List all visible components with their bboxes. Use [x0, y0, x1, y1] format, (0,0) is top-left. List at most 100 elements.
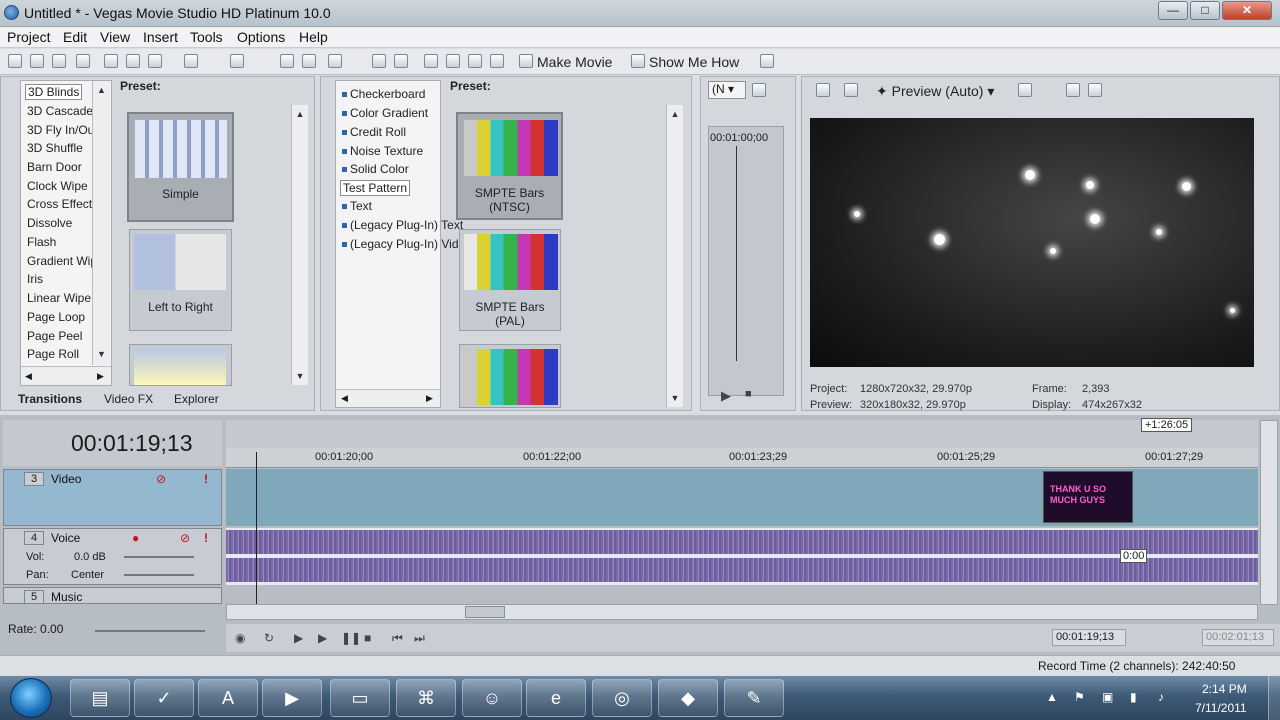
list-item[interactable]: Dissolve	[27, 216, 72, 230]
show-me-how-button[interactable]: Show Me How	[649, 54, 739, 70]
preset-thumbnail[interactable]: SMPTE Bars (PAL)	[459, 229, 561, 331]
make-movie-button[interactable]: Make Movie	[537, 54, 612, 70]
preset-scrollbar[interactable]: ▲ ▼	[291, 105, 308, 385]
clock-time[interactable]: 2:14 PM	[1202, 682, 1247, 696]
taskbar-folder-icon[interactable]: ▭	[330, 679, 390, 717]
taskbar-messenger-icon[interactable]: ☺	[462, 679, 522, 717]
tray-network-icon[interactable]: ▮	[1130, 690, 1137, 704]
save-snapshot-icon[interactable]	[1088, 83, 1102, 97]
envelope-tool-icon[interactable]	[446, 54, 460, 68]
list-item[interactable]: Cross Effect	[27, 197, 92, 211]
preset-thumbnail[interactable]: Left to Right	[129, 229, 232, 331]
taskbar-remote-desktop-icon[interactable]: ⌘	[396, 679, 456, 717]
lock-envelopes-icon[interactable]	[372, 54, 386, 68]
selection-end-field[interactable]: 00:02:01;13	[1202, 629, 1274, 646]
list-item[interactable]: (Legacy Plug-In) Video	[342, 237, 472, 251]
taskbar-vegas-icon[interactable]: ◎	[592, 679, 652, 717]
pan-slider[interactable]	[124, 574, 194, 576]
clock-date[interactable]: 7/11/2011	[1195, 701, 1247, 715]
list-item[interactable]: Color Gradient	[342, 106, 428, 120]
make-movie-icon[interactable]	[519, 54, 533, 68]
preview-quality-dropdown[interactable]: ✦ Preview (Auto) ▾	[876, 83, 994, 100]
tab-explorer[interactable]: Explorer	[174, 392, 219, 406]
track-header-voice[interactable]: 4 Voice ● ⊘ ! Vol: 0.0 dB Pan: Center	[3, 528, 222, 585]
list-item[interactable]: Page Peel	[27, 329, 82, 343]
mute-icon[interactable]: ⊘	[180, 531, 190, 545]
list-item[interactable]: Page Loop	[27, 310, 85, 324]
preset-thumbnail[interactable]	[459, 344, 561, 408]
list-item[interactable]: (Legacy Plug-In) Text	[342, 218, 463, 232]
taskbar-gimp-icon[interactable]: ✎	[724, 679, 784, 717]
tray-flag-icon[interactable]: ⚑	[1074, 690, 1085, 704]
zoom-tool-icon[interactable]	[490, 54, 504, 68]
preset-thumbnail[interactable]: SMPTE Bars (NTSC)	[456, 112, 563, 220]
show-me-how-icon[interactable]	[631, 54, 645, 68]
track-name[interactable]: Video	[51, 472, 81, 486]
track-name[interactable]: Voice	[51, 531, 80, 545]
solo-icon[interactable]: !	[204, 531, 208, 545]
preset-thumbnail[interactable]: Simple	[127, 112, 234, 222]
trimmer-view[interactable]	[708, 126, 784, 396]
undo-icon[interactable]	[184, 54, 198, 68]
tab-video-fx[interactable]: Video FX	[104, 392, 153, 406]
list-item[interactable]: 3D Blinds	[25, 84, 83, 100]
video-clip[interactable]: THANK U SO MUCH GUYS	[1043, 471, 1133, 523]
list-item[interactable]: 3D Shuffle	[27, 141, 83, 155]
list-item[interactable]: Clock Wipe	[27, 179, 88, 193]
play-from-start-icon[interactable]: ▶	[294, 631, 303, 645]
taskbar-media-icon[interactable]: ▶	[262, 679, 322, 717]
record-icon[interactable]: ◉	[235, 631, 245, 645]
new-icon[interactable]	[8, 54, 22, 68]
show-desktop-button[interactable]	[1268, 676, 1280, 720]
list-item[interactable]: Solid Color	[342, 162, 409, 176]
selection-tool-icon[interactable]	[302, 54, 316, 68]
list-item[interactable]: Flash	[27, 235, 56, 249]
taskbar-wordpad-icon[interactable]: A	[198, 679, 258, 717]
loop-icon[interactable]: ↻	[264, 631, 274, 645]
app-icon[interactable]	[4, 5, 19, 20]
track-header-video[interactable]: 3 Video ⊘ !	[3, 469, 222, 526]
trimmer-stop-icon[interactable]: ■	[745, 388, 752, 400]
split-tool-icon[interactable]	[468, 54, 482, 68]
close-button[interactable]: ✕	[1222, 1, 1272, 20]
stop-icon[interactable]: ■	[364, 631, 371, 645]
overlays-icon[interactable]	[1018, 83, 1032, 97]
taskbar-explorer-icon[interactable]: ▤	[70, 679, 130, 717]
maximize-button[interactable]: □	[1190, 1, 1220, 20]
redo-icon[interactable]	[230, 54, 244, 68]
list-item[interactable]: 3D Cascade	[27, 104, 93, 118]
list-item[interactable]: Text	[342, 199, 372, 213]
arm-record-icon[interactable]: ●	[132, 531, 139, 545]
list-item[interactable]: Iris	[27, 272, 43, 286]
list-item[interactable]: Barn Door	[27, 160, 82, 174]
volume-slider[interactable]	[124, 556, 194, 558]
voice-track-lane[interactable]: 0:00	[226, 528, 1258, 585]
auto-ripple-icon[interactable]	[328, 54, 342, 68]
menu-project[interactable]: Project	[7, 29, 51, 45]
tray-expand-icon[interactable]: ▲	[1046, 690, 1058, 704]
go-to-start-icon[interactable]: ⏮	[392, 631, 403, 646]
menu-view[interactable]: View	[100, 29, 130, 45]
media-list-hscrollbar[interactable]: ◀ ▶	[336, 389, 440, 407]
tray-volume-icon[interactable]: ♪	[1158, 690, 1164, 704]
music-track-lane[interactable]	[226, 587, 1258, 604]
playhead[interactable]	[256, 452, 257, 604]
playback-rate-slider[interactable]	[95, 630, 205, 632]
list-item[interactable]: Credit Roll	[342, 125, 406, 139]
copy-icon[interactable]	[126, 54, 140, 68]
trimmer-play-icon[interactable]: ▶	[721, 388, 731, 404]
cut-icon[interactable]	[104, 54, 118, 68]
transitions-hscrollbar[interactable]: ◀ ▶	[21, 366, 111, 385]
timeline-hscrollbar[interactable]	[226, 604, 1258, 620]
transitions-list-scrollbar[interactable]: ▲ ▼	[92, 81, 110, 365]
open-icon[interactable]	[30, 54, 44, 68]
list-item[interactable]: Checkerboard	[342, 87, 425, 101]
trimmer-mode-icon[interactable]	[752, 83, 766, 97]
snapping-icon[interactable]	[424, 54, 438, 68]
pause-icon[interactable]: ❚❚	[341, 631, 361, 645]
normal-edit-tool-icon[interactable]	[280, 54, 294, 68]
menu-insert[interactable]: Insert	[143, 29, 178, 45]
preview-video-frame[interactable]	[810, 118, 1254, 367]
external-monitor-icon[interactable]	[844, 83, 858, 97]
save-icon[interactable]	[52, 54, 66, 68]
